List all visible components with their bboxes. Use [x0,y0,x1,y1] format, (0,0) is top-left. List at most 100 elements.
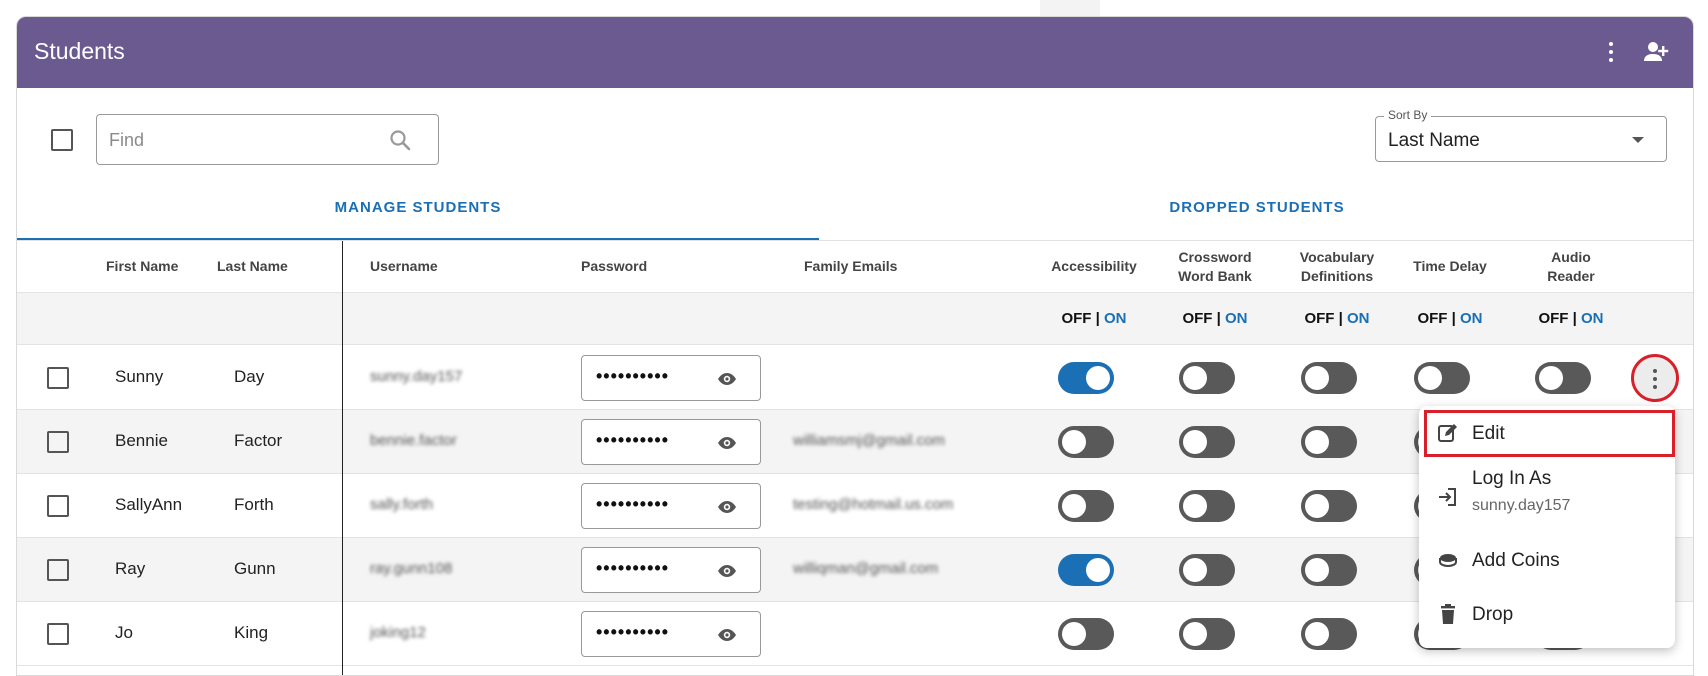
col-vocabulary-line2: Definitions [1300,268,1374,284]
eye-icon[interactable] [717,625,737,645]
sort-by-value: Last Name [1388,130,1480,151]
last-name-cell: King [234,623,269,642]
last-name-cell: Forth [234,495,274,514]
top-fade [1040,0,1100,16]
feature-toggle[interactable] [1301,426,1357,458]
tab-manage-students[interactable]: MANAGE STUDENTS [17,188,819,240]
last-name-cell: Gunn [234,559,276,578]
feature-toggle[interactable] [1301,490,1357,522]
menu-item-add-coins[interactable]: Add Coins [1419,537,1675,587]
feature-toggle[interactable] [1301,618,1357,650]
vocabulary-bulk-toggle[interactable]: OFF | ON [1282,310,1392,327]
password-value: •••••••••• [596,622,670,642]
menu-login-username: sunny.day157 [1472,497,1571,514]
col-username[interactable]: Username [370,257,438,276]
feature-toggle[interactable] [1535,362,1591,394]
row-checkbox[interactable] [47,367,69,389]
chevron-down-icon [1632,137,1644,143]
feature-toggle[interactable] [1301,362,1357,394]
row-checkbox[interactable] [47,431,69,453]
sort-by-select[interactable]: Sort By Last Name [1375,108,1667,162]
add-student-icon[interactable] [1643,40,1669,64]
table-row: Sunny Day sunny.day157 •••••••••• [17,346,1693,410]
time-delay-bulk-toggle[interactable]: OFF | ON [1395,310,1505,327]
feature-toggle[interactable] [1058,618,1114,650]
page-title: Students [34,38,125,64]
col-vocabulary-line1: Vocabulary [1299,249,1375,265]
first-name-cell: Bennie [115,431,168,450]
col-password: Password [581,258,648,274]
col-audio-line2: Reader [1547,268,1595,284]
password-field[interactable]: •••••••••• [581,355,761,401]
row-checkbox[interactable] [47,559,69,581]
sort-by-label: Sort By [1384,108,1432,122]
menu-item-drop[interactable]: Drop [1419,591,1675,641]
password-value: •••••••••• [596,430,670,450]
row-checkbox[interactable] [47,623,69,645]
family-email-cell: testing@hotmail.us.com [793,496,954,513]
feature-toggle[interactable] [1179,426,1235,458]
menu-login-label: Log In As [1472,468,1552,489]
feature-toggle[interactable] [1179,618,1235,650]
search-input[interactable] [109,125,369,155]
col-crossword-word-bank: Crossword Word Bank [1160,248,1270,286]
select-all-checkbox[interactable] [51,129,73,151]
col-audio-reader: Audio Reader [1516,248,1626,286]
accessibility-bulk-toggle[interactable]: OFF | ON [1039,310,1149,327]
password-field[interactable]: •••••••••• [581,547,761,593]
menu-item-log-in-as[interactable]: Log In As sunny.day157 [1419,462,1675,534]
col-time-delay: Time Delay [1413,258,1487,274]
feature-toggle[interactable] [1414,362,1470,394]
password-value: •••••••••• [596,558,670,578]
edit-highlight-box [1424,410,1675,457]
search-icon[interactable] [388,128,412,152]
password-value: •••••••••• [596,366,670,386]
username-cell: ray.gunn108 [370,560,453,577]
col-vocabulary-definitions: Vocabulary Definitions [1282,248,1392,286]
feature-toggle[interactable] [1179,554,1235,586]
first-name-cell: Jo [115,623,133,642]
menu-drop-label: Drop [1472,604,1514,625]
eye-icon[interactable] [717,497,737,517]
password-field[interactable]: •••••••••• [581,483,761,529]
feature-toggle[interactable] [1058,490,1114,522]
feature-toggle[interactable] [1058,426,1114,458]
last-name-cell: Factor [234,431,283,450]
feature-toggle[interactable] [1179,490,1235,522]
eye-icon[interactable] [717,433,737,453]
coins-icon [1437,549,1459,571]
password-value: •••••••••• [596,494,670,514]
password-field[interactable]: •••••••••• [581,419,761,465]
tabs-divider [17,240,1693,241]
trash-icon [1437,603,1459,625]
feature-toggle[interactable] [1301,554,1357,586]
username-cell: sunny.day157 [370,368,463,385]
header-more-icon[interactable] [1603,39,1619,65]
feature-toggle[interactable] [1058,362,1114,394]
family-email-cell: williamsmj@gmail.com [793,432,945,449]
col-first-name[interactable]: First Name [106,257,178,276]
col-last-name[interactable]: Last Name [217,257,288,276]
row-action-menu: Edit Log In As sunny.day157 Add Coins Dr… [1419,406,1675,648]
username-cell: bennie.factor [370,432,457,449]
first-name-cell: Ray [115,559,146,578]
family-email-cell: williqman@gmail.com [793,560,939,577]
crossword-bulk-toggle[interactable]: OFF | ON [1160,310,1270,327]
feature-toggle[interactable] [1058,554,1114,586]
eye-icon[interactable] [717,369,737,389]
row-checkbox[interactable] [47,495,69,517]
password-field[interactable]: •••••••••• [581,611,761,657]
search-field [96,114,439,165]
col-crossword-line1: Crossword [1178,249,1252,265]
tab-dropped-students[interactable]: DROPPED STUDENTS [819,188,1693,240]
col-crossword-line2: Word Bank [1178,268,1252,284]
column-divider [342,241,343,675]
audio-reader-bulk-toggle[interactable]: OFF | ON [1516,310,1626,327]
menu-add-coins-label: Add Coins [1472,550,1560,571]
eye-icon[interactable] [717,561,737,581]
last-name-cell: Day [234,367,265,386]
onoff-bulk-row: OFF | ON OFF | ON OFF | ON OFF | ON OFF … [17,292,1693,345]
username-cell: joking12 [370,624,426,641]
row-more-icon[interactable] [1631,354,1679,402]
feature-toggle[interactable] [1179,362,1235,394]
